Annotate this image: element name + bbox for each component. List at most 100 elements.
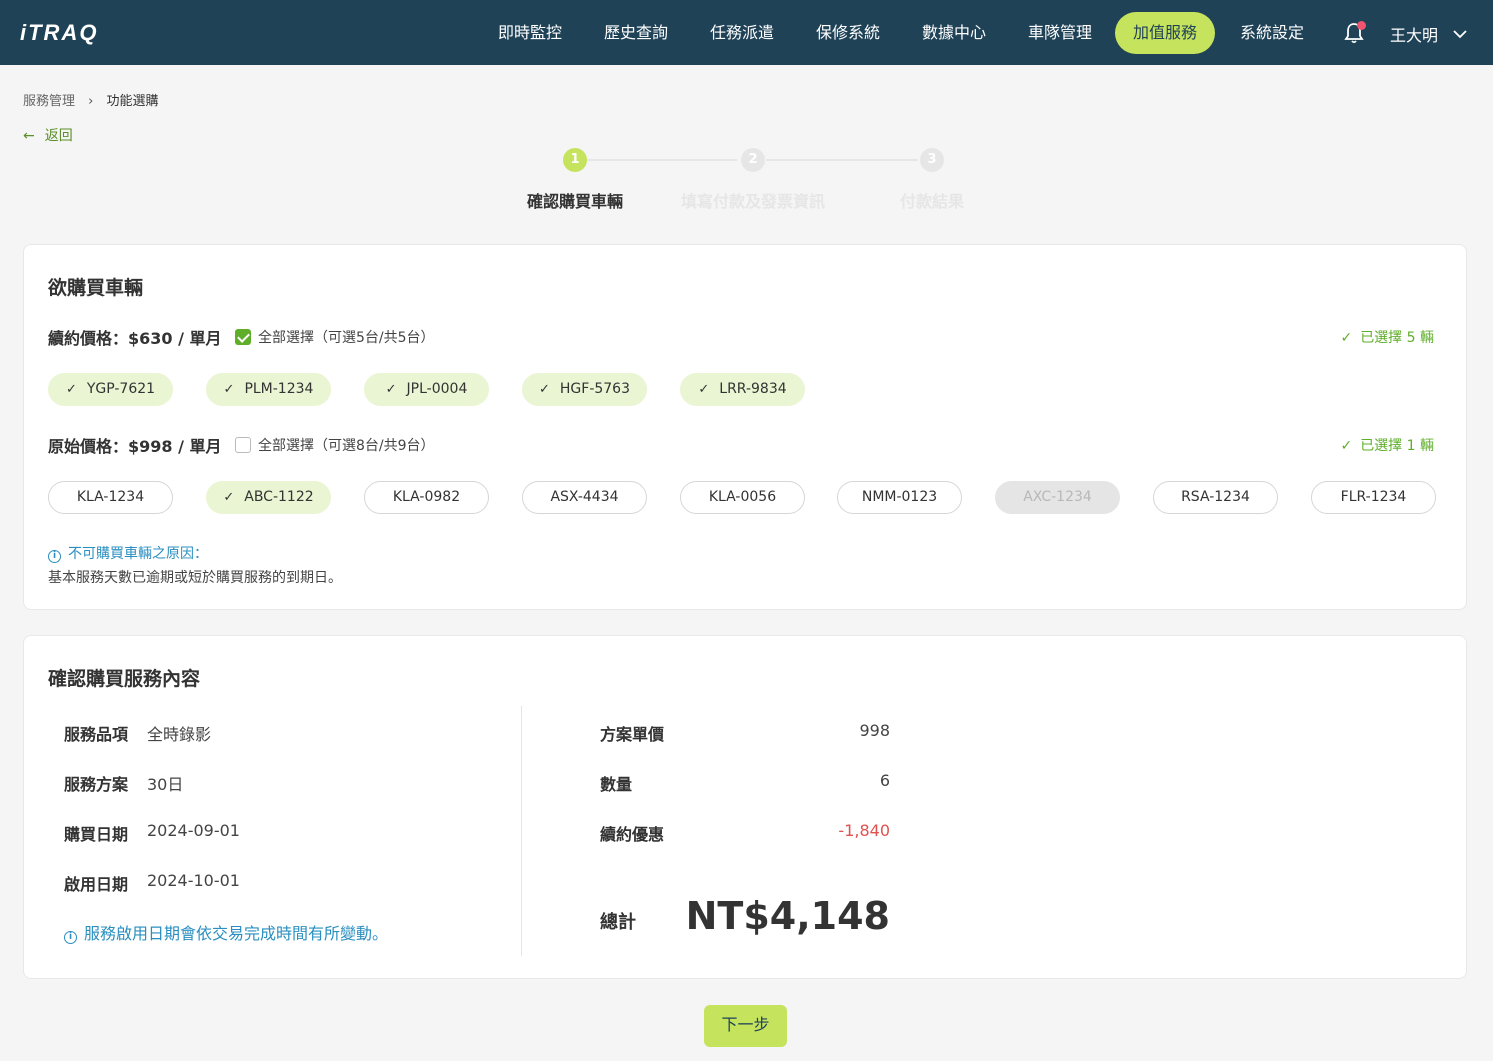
vehicle-chip[interactable]: KLA-0982 [364,481,489,514]
nav-item-dispatch[interactable]: 任務派遣 [692,12,792,54]
step-3-label: 付款結果 [899,192,964,211]
renewal-check-all[interactable]: 全部選擇（可選5台/共5台） [235,327,435,347]
nav-item-live-monitor[interactable]: 即時監控 [480,12,580,54]
checkbox-empty-icon[interactable] [235,437,251,453]
vehicle-plate: RSA-1234 [1181,489,1250,505]
check-icon: ✓ [65,382,77,397]
vehicle-chip[interactable]: ✓ JPL-0004 [364,373,489,406]
quantity-label: 數量 [600,775,633,794]
vehicle-chip[interactable]: ✓ YGP-7621 [48,373,173,406]
vehicle-chip[interactable]: RSA-1234 [1153,481,1278,514]
vehicle-plate: ABC-1122 [244,489,314,505]
unavailable-notice-title: i 不可購買車輛之原因： [48,543,208,563]
vehicle-plate: FLR-1234 [1340,489,1407,505]
vehicle-chip-disabled: AXC-1234 [995,481,1120,514]
nav-item-fleet[interactable]: 車隊管理 [1010,12,1110,54]
unavailable-notice-body: 基本服務天數已逾期或短於購買服務的到期日。 [48,570,342,586]
breadcrumb-parent[interactable]: 服務管理 [23,94,75,109]
nav-item-settings[interactable]: 系統設定 [1222,12,1322,54]
step-connector [587,159,737,161]
logo[interactable]: iTRAQ [20,20,98,46]
user-menu[interactable]: 王大明 [1390,22,1467,46]
purchase-date-label: 購買日期 [64,825,129,844]
top-navbar: iTRAQ 即時監控 歷史查詢 任務派遣 保修系統 數據中心 車隊管理 加值服務… [0,0,1493,65]
unit-price-value: 998 [859,721,890,740]
step-3-dot: 3 [920,148,944,172]
step-connector [766,159,918,161]
check-icon: ✓ [223,382,235,397]
user-name: 王大明 [1390,26,1439,45]
notification-dot [1357,21,1366,30]
vehicle-plate: AXC-1234 [1023,489,1092,505]
vehicle-plate: PLM-1234 [244,381,314,397]
nav-item-value-added[interactable]: 加值服務 [1115,12,1216,54]
vehicle-chip[interactable]: FLR-1234 [1311,481,1436,514]
check-icon: ✓ [538,382,550,397]
info-icon: i [64,931,77,944]
renewal-check-all-label: 全部選擇（可選5台/共5台） [258,330,435,346]
back-label: 返回 [44,128,73,144]
vehicle-chip[interactable]: KLA-0056 [680,481,805,514]
notice-title-text: 不可購買車輛之原因： [68,546,208,562]
vehicle-chip[interactable]: ✓ LRR-9834 [680,373,805,406]
info-icon: i [48,550,61,563]
summary-card: 確認購買服務內容 服務品項 全時錄影 服務方案 30日 購買日期 2024-09… [23,635,1467,979]
summary-divider [521,706,522,956]
activation-note-text: 服務啟用日期會依交易完成時間有所變動。 [84,924,389,943]
unit-price-label: 方案單價 [600,725,665,744]
check-icon: ✓ [1340,330,1353,346]
renewal-discount-label: 續約優惠 [600,825,665,844]
service-plan-label: 服務方案 [64,775,129,794]
vehicle-plate: JPL-0004 [406,381,468,397]
back-link[interactable]: ← 返回 [23,125,73,145]
vehicle-plate: HGF-5763 [559,381,630,397]
original-selected-count: ✓ 已選擇 1 輛 [1340,435,1434,455]
service-plan-value: 30日 [147,775,184,794]
step-2-label: 填寫付款及發票資訊 [680,192,825,211]
summary-card-title: 確認購買服務內容 [48,668,201,690]
check-icon: ✓ [698,382,710,397]
check-icon: ✓ [385,382,397,397]
vehicle-plate: NMM-0123 [861,489,938,505]
vehicle-chip[interactable]: ✓ ABC-1122 [206,481,331,514]
chevron-down-icon [1453,30,1467,39]
original-check-all-label: 全部選擇（可選8台/共9台） [258,438,435,454]
check-icon: ✓ [223,490,235,505]
step-2-dot: 2 [741,148,765,172]
vehicles-card-title: 欲購買車輛 [48,277,144,299]
vehicle-plate: LRR-9834 [719,381,787,397]
service-item-value: 全時錄影 [147,725,212,744]
activation-date-label: 啟用日期 [64,875,129,894]
next-step-button[interactable]: 下一步 [704,1005,787,1047]
nav-item-maintenance[interactable]: 保修系統 [798,12,898,54]
renewal-price: 續約價格：$630 / 單月 [48,329,222,348]
vehicle-plate: ASX-4434 [550,489,619,505]
nav-item-data-center[interactable]: 數據中心 [904,12,1004,54]
activation-date-value: 2024-10-01 [147,871,240,890]
nav-item-history[interactable]: 歷史查詢 [586,12,686,54]
activation-note: i 服務啟用日期會依交易完成時間有所變動。 [64,920,388,944]
original-check-all[interactable]: 全部選擇（可選8台/共9台） [235,435,435,455]
step-1-dot: 1 [563,148,587,172]
original-selected-text: 已選擇 1 輛 [1360,438,1434,454]
vehicle-chip[interactable]: NMM-0123 [837,481,962,514]
arrow-left-icon: ← [23,128,35,144]
renewal-discount-value: -1,840 [838,821,890,840]
step-1-label: 確認購買車輛 [526,192,623,211]
vehicle-plate: KLA-0056 [708,489,777,505]
vehicles-card: 欲購買車輛 續約價格：$630 / 單月 全部選擇（可選5台/共5台） ✓ 已選擇… [23,244,1467,610]
renewal-selected-text: 已選擇 5 輛 [1360,330,1434,346]
purchase-date-value: 2024-09-01 [147,821,240,840]
vehicle-plate: YGP-7621 [86,381,156,397]
quantity-value: 6 [879,771,890,790]
vehicle-plate: KLA-1234 [76,489,145,505]
vehicle-chip[interactable]: KLA-1234 [48,481,173,514]
vehicle-plate: KLA-0982 [392,489,461,505]
check-icon: ✓ [1340,438,1353,454]
vehicle-chip[interactable]: ✓ HGF-5763 [522,373,647,406]
checkbox-checked-icon[interactable] [235,329,251,345]
service-item-label: 服務品項 [64,725,129,744]
renewal-selected-count: ✓ 已選擇 5 輛 [1340,327,1434,347]
vehicle-chip[interactable]: ✓ PLM-1234 [206,373,331,406]
vehicle-chip[interactable]: ASX-4434 [522,481,647,514]
